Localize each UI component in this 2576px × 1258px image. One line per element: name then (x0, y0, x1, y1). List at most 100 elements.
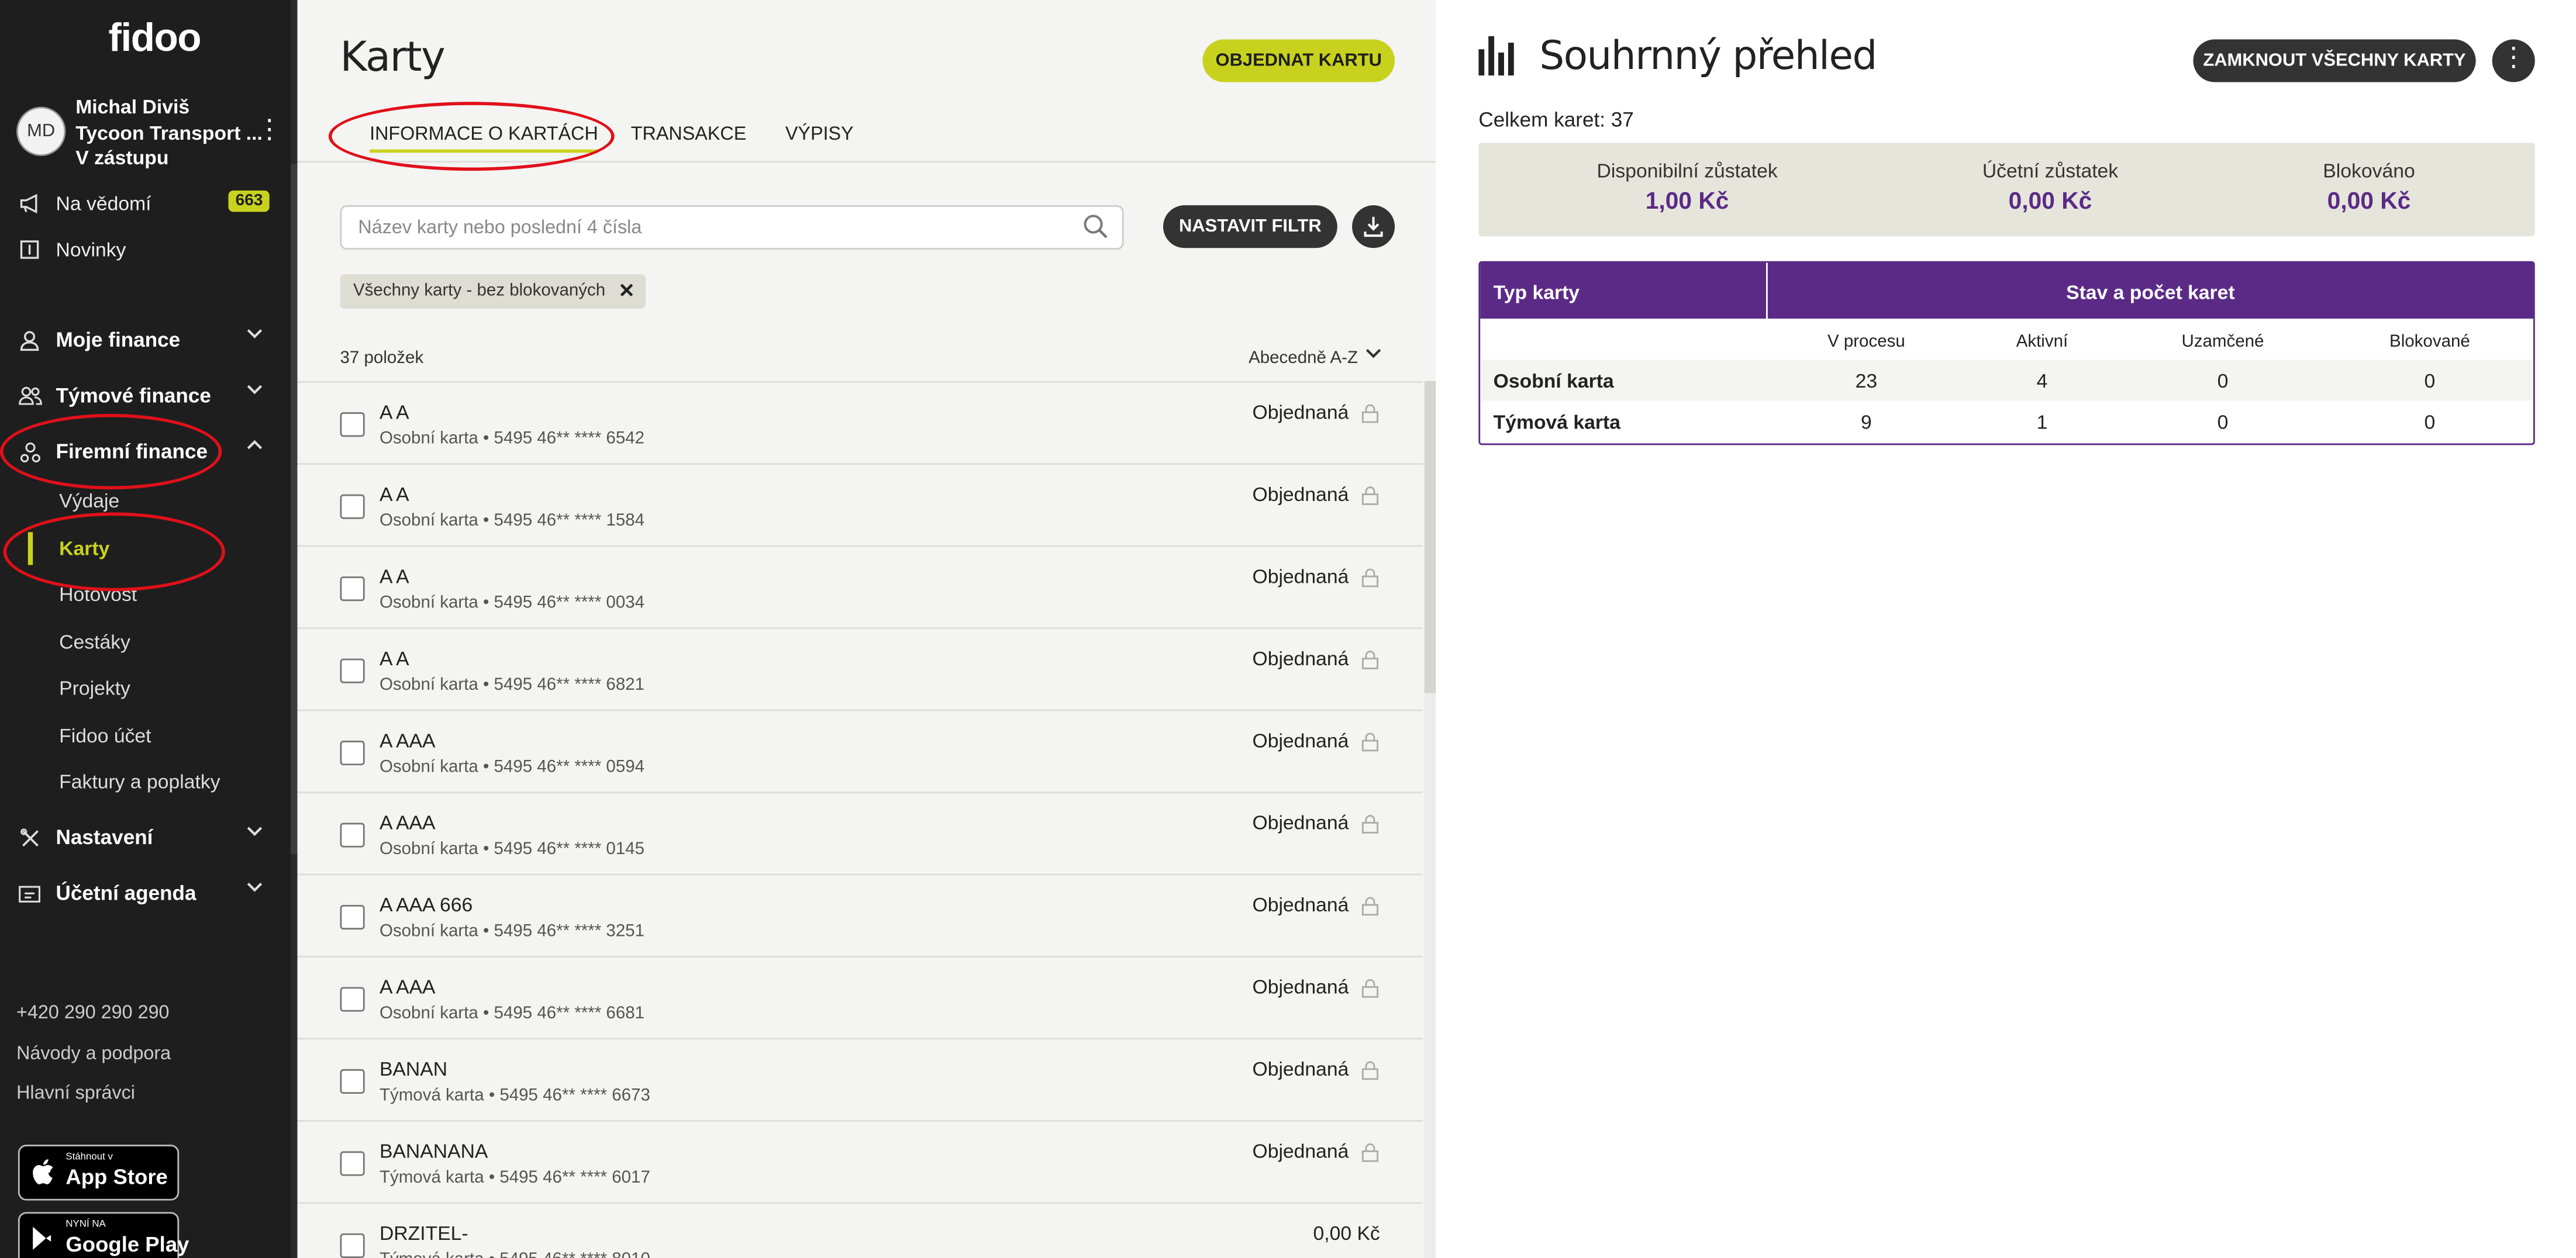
admins-link[interactable]: Hlavní správci (16, 1084, 135, 1104)
app-store-button[interactable]: Stáhnout v App Store (18, 1145, 180, 1201)
tab-statements[interactable]: VÝPISY (785, 125, 854, 145)
set-filter-button[interactable]: NASTAVIT FILTR (1163, 205, 1337, 248)
sidebar-item-projekty[interactable]: Projekty (59, 673, 130, 703)
table-row: Týmová karta 9 1 0 0 (1480, 400, 2533, 441)
card-list-row[interactable]: A A Osobní karta • 5495 46** **** 0034 Obj… (297, 545, 1423, 628)
sidebar-item-vydaje[interactable]: Výdaje (59, 486, 119, 516)
info-icon (16, 237, 43, 263)
card-list-row[interactable]: A AAA 666 Osobní karta • 5495 46** **** 3… (297, 873, 1423, 956)
subheader-blocked: Blokované (2389, 331, 2470, 352)
sidebar-item-fidoo-ucet[interactable]: Fidoo účet (59, 721, 151, 751)
lock-icon (1360, 566, 1380, 596)
nav-nastaveni-label: Nastavení (56, 826, 153, 849)
col-card-type: Typ karty (1493, 281, 1580, 304)
nav-ucetni-agenda-label: Účetní agenda (56, 882, 196, 905)
row-checkbox[interactable] (340, 658, 365, 683)
card-status: Objednaná (1252, 1057, 1349, 1081)
nav-news-label: Novinky (56, 238, 126, 261)
nav-ucetni-agenda[interactable]: Účetní agenda (16, 875, 279, 911)
active-filter-label: Všechny karty - bez blokovaných (353, 281, 606, 301)
notifications-count-badge: 663 (229, 190, 270, 212)
card-list-row[interactable]: A AAA Osobní karta • 5495 46** **** 0145 O… (297, 792, 1423, 874)
card-name: BANAN (379, 1057, 448, 1081)
search-icon[interactable] (1082, 213, 1109, 248)
sort-select[interactable]: Abecedně A-Z (1249, 348, 1358, 368)
row-checkbox[interactable] (340, 1233, 365, 1258)
search-field[interactable] (340, 205, 1124, 250)
card-details: Osobní karta • 5495 46** **** 3251 (379, 921, 645, 941)
row-checkbox[interactable] (340, 741, 365, 766)
lock-icon (1360, 813, 1380, 843)
row-checkbox[interactable] (340, 576, 365, 602)
card-list-row[interactable]: A AAA Osobní karta • 5495 46** **** 6681 O… (297, 956, 1423, 1038)
nav-moje-finance[interactable]: Moje finance (16, 322, 279, 358)
cell-active: 4 (2036, 369, 2048, 393)
cell-in-process: 9 (1860, 410, 1872, 434)
order-card-button[interactable]: OBJEDNAT KARTU (1202, 39, 1395, 82)
sidebar-item-cestaky[interactable]: Cestáky (59, 627, 130, 657)
sidebar-item-faktury[interactable]: Faktury a poplatky (59, 767, 220, 797)
lock-icon (1360, 977, 1380, 1007)
row-checkbox[interactable] (340, 904, 365, 930)
download-button[interactable] (1352, 205, 1395, 248)
sidebar-scrollbar-thumb[interactable] (291, 164, 298, 854)
user-menu-icon[interactable]: ⋮ (256, 117, 282, 148)
items-count: 37 položek (340, 348, 424, 368)
close-icon[interactable]: ✕ (619, 274, 635, 309)
row-type-label: Osobní karta (1493, 369, 1614, 393)
balance-value: 0,00 Kč (2327, 189, 2411, 216)
app-store-small-label: Stáhnout v (65, 1153, 113, 1163)
card-list-row[interactable]: A AAA Osobní karta • 5495 46** **** 0594 O… (297, 709, 1423, 792)
subheader-active: Aktivní (2016, 331, 2068, 352)
card-list-row[interactable]: A A Osobní karta • 5495 46** **** 1584 Obj… (297, 463, 1423, 545)
balances-panel: Disponibilní zůstatek 1,00 Kč Účetní zůs… (1478, 143, 2535, 237)
more-vertical-icon[interactable]: ⋮ (2492, 39, 2535, 82)
row-checkbox[interactable] (340, 494, 365, 519)
lock-icon (1360, 895, 1380, 925)
tabs-divider (297, 161, 1436, 163)
help-link[interactable]: Návody a podpora (16, 1045, 171, 1065)
lock-icon (1360, 731, 1380, 761)
card-status: Objednaná (1252, 729, 1349, 752)
card-list-row[interactable]: BANAN Týmová karta • 5495 46** **** 6673 O… (297, 1038, 1423, 1121)
row-checkbox[interactable] (340, 822, 365, 848)
card-list-row[interactable]: DRZITEL- Týmová karta • 5495 46** **** 80… (297, 1202, 1423, 1258)
list-scrollbar-thumb[interactable] (1424, 381, 1436, 693)
avatar: MD (16, 106, 66, 156)
nav-news[interactable]: Novinky (16, 231, 279, 268)
apple-icon (31, 1158, 54, 1194)
nav-firemni-finance[interactable]: Firemní finance (16, 434, 279, 470)
nav-tymove-finance[interactable]: Týmové finance (16, 378, 279, 414)
card-status: Objednaná (1252, 482, 1349, 506)
card-name: A A (379, 647, 409, 671)
table-row: Osobní karta 23 4 0 0 (1480, 360, 2533, 401)
cell-active: 1 (2036, 410, 2048, 434)
support-phone[interactable]: +420 290 290 290 (16, 1004, 169, 1024)
user-block[interactable]: MD Michal Diviš Tycoon Transport ... V z… (16, 95, 288, 171)
row-checkbox[interactable] (340, 1151, 365, 1176)
card-list-row[interactable]: A A Osobní karta • 5495 46** **** 6542 Obj… (297, 381, 1423, 464)
tab-transactions[interactable]: TRANSAKCE (631, 125, 746, 145)
lock-icon (1360, 485, 1380, 514)
row-checkbox[interactable] (340, 987, 365, 1012)
row-checkbox[interactable] (340, 412, 365, 437)
row-checkbox[interactable] (340, 1069, 365, 1094)
google-play-button[interactable]: NYNÍ NA Google Play (18, 1212, 189, 1258)
lock-all-cards-button[interactable]: ZAMKNOUT VŠECHNY KARTY (2193, 39, 2476, 82)
nav-notifications[interactable]: Na vědomí 663 (16, 185, 279, 222)
card-details: Osobní karta • 5495 46** **** 6821 (379, 675, 645, 695)
card-status: Objednaná (1252, 893, 1349, 917)
nav-nastaveni[interactable]: Nastavení (16, 820, 279, 856)
chevron-down-icon[interactable] (1365, 347, 1382, 365)
google-play-label: Google Play (65, 1232, 189, 1257)
fidoo-logo[interactable]: fidoo (108, 16, 201, 63)
sidebar-item-karty[interactable]: Karty (59, 534, 109, 564)
card-list-row[interactable]: BANANANA Týmová karta • 5495 46** **** 60… (297, 1120, 1423, 1202)
card-name: A AAA 666 (379, 893, 473, 917)
search-input[interactable] (354, 212, 1068, 245)
tab-card-info[interactable]: INFORMACE O KARTÁCH (370, 125, 599, 153)
active-indicator (27, 532, 33, 565)
sidebar-item-hotovost[interactable]: Hotovost (59, 580, 137, 610)
card-list-row[interactable]: A A Osobní karta • 5495 46** **** 6821 Obj… (297, 627, 1423, 710)
sidebar: fidoo MD Michal Diviš Tycoon Transport .… (0, 0, 298, 1258)
